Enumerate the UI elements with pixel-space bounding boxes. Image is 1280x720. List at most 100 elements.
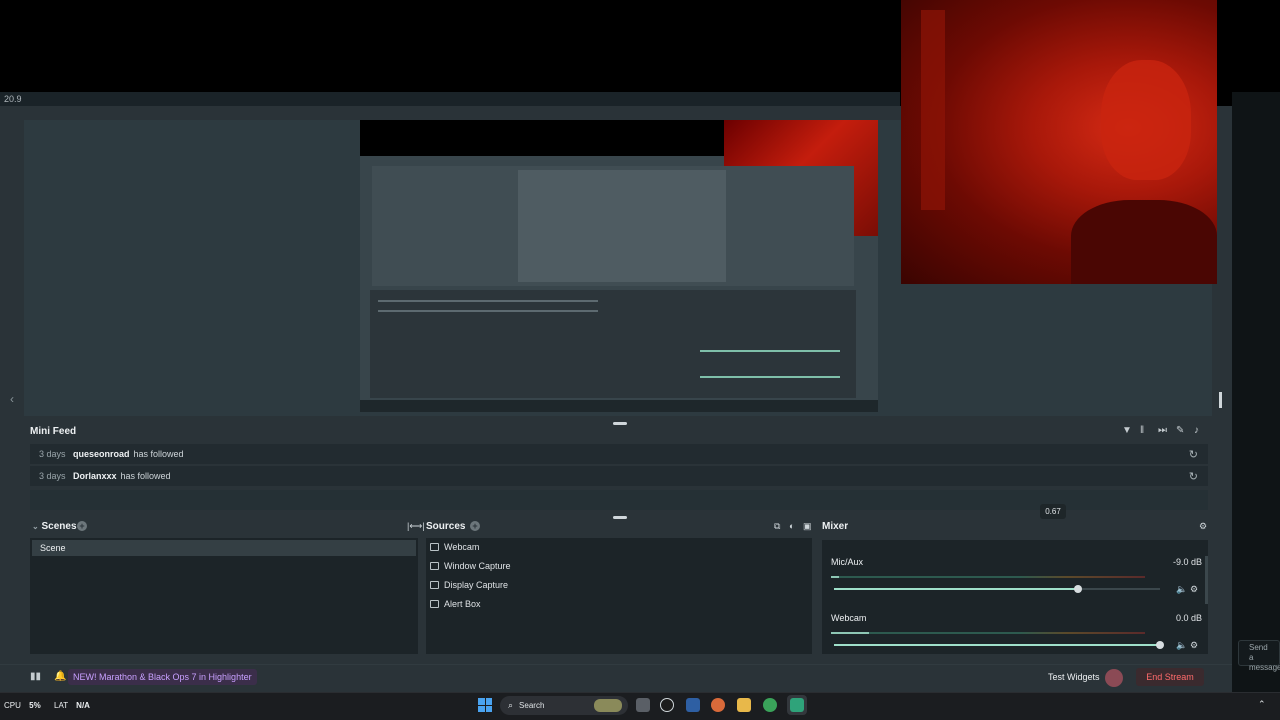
- windows-start-icon[interactable]: [478, 698, 492, 712]
- stream-preview-image: [360, 120, 878, 412]
- skip-icon[interactable]: ⏭: [1158, 426, 1168, 436]
- source-label: Window Capture: [444, 561, 511, 571]
- volume-slider-fill[interactable]: [834, 644, 1160, 646]
- copilot-icon[interactable]: [711, 698, 725, 712]
- replay-icon[interactable]: ↻: [1189, 448, 1198, 461]
- mini-feed-title: Mini Feed: [30, 426, 77, 437]
- version-label: 20.9: [4, 94, 22, 104]
- search-icon: ⌕: [508, 700, 514, 710]
- taskbar-search[interactable]: ⌕ Search: [500, 696, 628, 715]
- source-label: Alert Box: [444, 599, 481, 609]
- feed-event-time: 3 days: [39, 449, 66, 459]
- speaker-icon[interactable]: 🔈: [1176, 640, 1187, 651]
- preview-line: [700, 376, 840, 378]
- test-widgets-button[interactable]: [1105, 669, 1123, 687]
- preview-nested-window: [372, 166, 854, 286]
- gear-icon[interactable]: ⚙: [1199, 521, 1207, 532]
- sources-list: Webcam Window Capture Display Capture Al…: [426, 538, 812, 654]
- notification-icon[interactable]: 🔔: [54, 671, 66, 682]
- chat-send-message-input[interactable]: Send a message: [1238, 640, 1280, 672]
- search-label: Search: [519, 701, 545, 710]
- pause-icon[interactable]: ‖: [1140, 426, 1150, 436]
- latency-stat: LAT N/A: [54, 701, 90, 710]
- add-source-icon[interactable]: +: [470, 521, 480, 531]
- mixer-scrollbar[interactable]: [1205, 556, 1208, 604]
- cpu-value: 5%: [29, 701, 41, 710]
- streamlabs-icon[interactable]: [790, 698, 804, 712]
- right-scroll-handle[interactable]: [1219, 392, 1222, 408]
- audio-meter-level: [831, 632, 869, 634]
- mixer-channel-name: Webcam: [831, 613, 867, 623]
- chevron-down-icon[interactable]: ⌄: [32, 522, 39, 531]
- streamlabs-window: 20.9 ‹ Mini Feed ▼ ‖ ⏭ ✎ ♪ 3 days queseo…: [0, 0, 1280, 720]
- display-icon: [430, 581, 439, 589]
- mixer-channel-name: Mic/Aux: [831, 557, 864, 567]
- volume-tooltip: 0.67: [1040, 504, 1066, 519]
- chrome-icon[interactable]: [763, 698, 777, 712]
- scene-item[interactable]: Scene: [32, 540, 416, 556]
- webcam-body-shape: [1071, 200, 1217, 284]
- source-item-display-capture[interactable]: Display Capture: [430, 580, 508, 590]
- mixer-channel-db: -9.0 dB: [1173, 557, 1203, 567]
- feed-empty-row: [30, 490, 1208, 510]
- scenes-list: Scene: [30, 538, 418, 654]
- source-selection-icon[interactable]: ⧉: [774, 521, 780, 532]
- mute-alerts-icon[interactable]: ✎: [1176, 426, 1186, 436]
- source-item-alert-box[interactable]: Alert Box: [430, 599, 481, 609]
- task-view-icon[interactable]: [636, 698, 650, 712]
- volume-slider-knob[interactable]: [1156, 641, 1164, 649]
- file-explorer-icon[interactable]: [686, 698, 700, 712]
- replay-icon[interactable]: ↻: [1189, 470, 1198, 483]
- mini-feed: Mini Feed ▼ ‖ ⏭ ✎ ♪ 3 days queseonroad h…: [30, 424, 1210, 512]
- preview-nested-window-inner: [518, 170, 726, 282]
- cpu-stat: CPU 5%: [4, 701, 41, 710]
- sources-title: Sources: [426, 521, 466, 532]
- feed-event-user: Dorlanxxx: [73, 471, 117, 481]
- alert-box-icon: [430, 600, 439, 608]
- source-visibility-icon[interactable]: ◐: [789, 521, 794, 531]
- test-widgets-label[interactable]: Test Widgets: [1048, 672, 1100, 682]
- mixer-panel: [822, 540, 1208, 654]
- resize-handle-bottom[interactable]: [613, 516, 627, 519]
- volume-slider-fill[interactable]: [834, 588, 1078, 590]
- feed-event-action: has followed: [120, 471, 171, 481]
- source-item-window-capture[interactable]: Window Capture: [430, 561, 511, 571]
- scene-transition-icon[interactable]: |⟷|: [407, 521, 425, 532]
- end-stream-button[interactable]: End Stream: [1136, 668, 1204, 686]
- folder-icon[interactable]: ▣: [803, 521, 812, 532]
- volume-slider-track[interactable]: [1078, 588, 1160, 590]
- source-item-webcam[interactable]: Webcam: [430, 542, 479, 552]
- feed-event-time: 3 days: [39, 471, 66, 481]
- highlighter-promo[interactable]: NEW! Marathon & Black Ops 7 in Highlight…: [68, 669, 257, 685]
- stats-icon[interactable]: ▮▮: [30, 671, 41, 682]
- app-icon[interactable]: [660, 698, 674, 712]
- window-icon: [430, 562, 439, 570]
- feed-event-row: 3 days Dorlanxxx has followed ↻: [30, 466, 1208, 486]
- preview-nested-panels: [370, 290, 856, 398]
- mini-feed-toolbar: ▼ ‖ ⏭ ✎ ♪: [1122, 426, 1204, 436]
- folder-app-icon[interactable]: [737, 698, 751, 712]
- speaker-icon[interactable]: 🔈: [1176, 584, 1187, 595]
- webcam-face-shape: [1101, 60, 1191, 180]
- source-label: Webcam: [444, 542, 480, 552]
- preview-line: [700, 350, 840, 352]
- filter-icon[interactable]: ▼: [1122, 426, 1132, 436]
- volume-slider-knob[interactable]: [1074, 585, 1082, 593]
- collapse-left-arrow-icon[interactable]: ‹: [10, 392, 14, 406]
- scenes-title[interactable]: ⌄ Scenes: [32, 521, 77, 532]
- chevron-up-icon[interactable]: ⌃: [1258, 699, 1266, 710]
- feed-event-action: has followed: [133, 449, 184, 459]
- webcam-overlay: [901, 0, 1217, 284]
- mixer-channel-db: 0.0 dB: [1176, 613, 1203, 623]
- channel-settings-icon[interactable]: ⚙: [1190, 640, 1198, 651]
- mixer-title: Mixer: [822, 521, 849, 532]
- channel-settings-icon[interactable]: ⚙: [1190, 584, 1198, 595]
- feed-event-user: queseonroad: [73, 449, 130, 459]
- cpu-label: CPU: [4, 701, 21, 710]
- add-scene-icon[interactable]: +: [77, 521, 87, 531]
- source-label: Display Capture: [444, 580, 509, 590]
- search-highlight-icon: [594, 699, 622, 712]
- preview-line: [378, 300, 598, 302]
- audio-meter: [831, 632, 1145, 634]
- volume-icon[interactable]: ♪: [1194, 426, 1204, 436]
